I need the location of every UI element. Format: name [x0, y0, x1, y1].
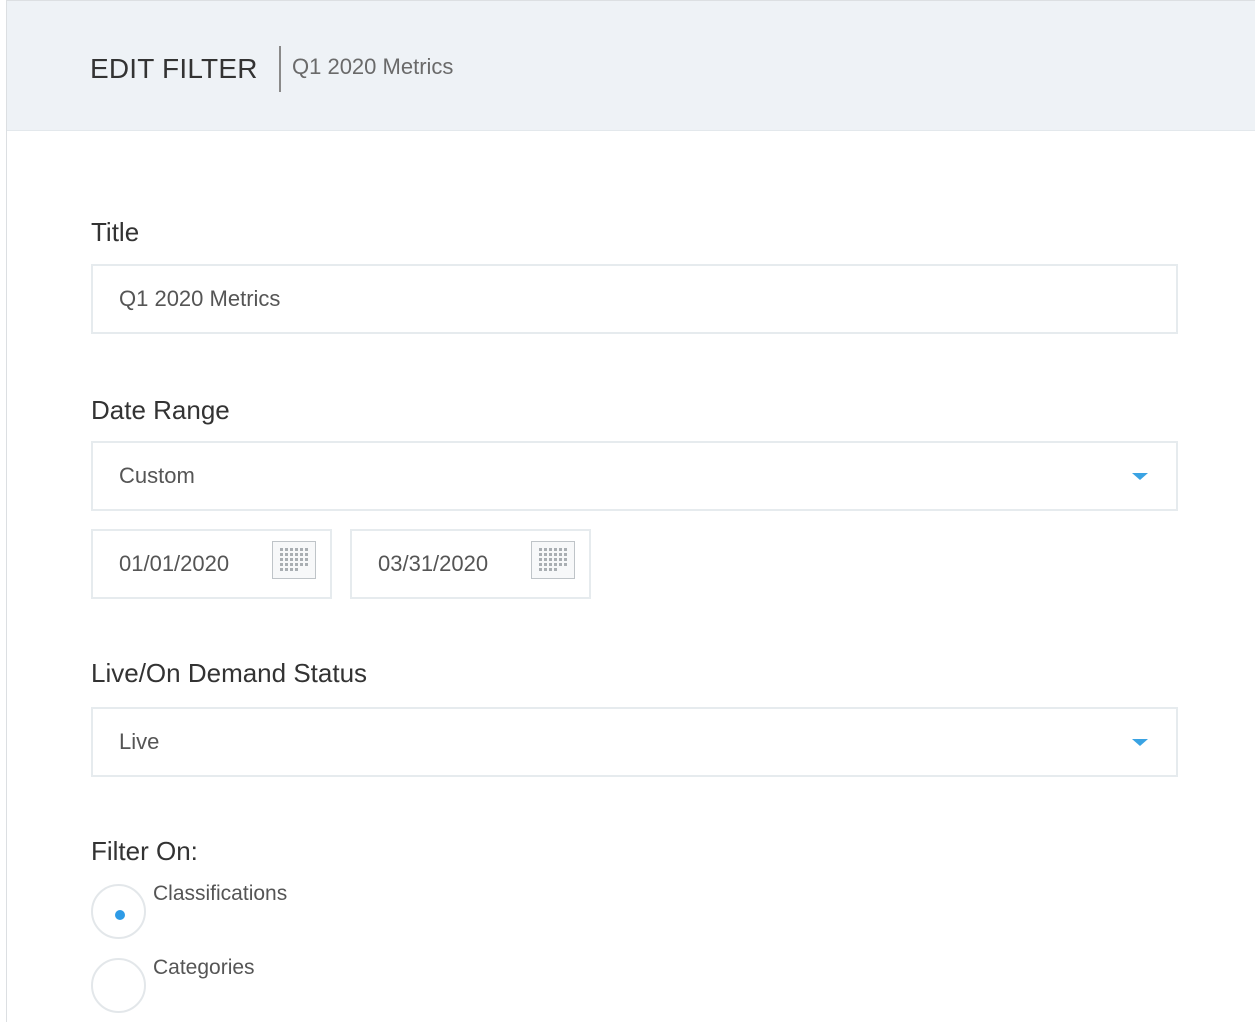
calendar-icon[interactable]	[272, 541, 316, 579]
title-input-value: Q1 2020 Metrics	[119, 286, 281, 311]
radio-button[interactable]	[91, 884, 146, 939]
status-value: Live	[119, 729, 160, 754]
start-date-value: 01/01/2020	[119, 551, 230, 576]
radio-selected-dot	[115, 910, 125, 920]
title-label: Title	[91, 217, 140, 247]
title-input[interactable]: Q1 2020 Metrics	[91, 264, 1178, 334]
date-range-select[interactable]: Custom	[91, 441, 1178, 511]
status-label: Live/On Demand Status	[91, 658, 368, 688]
radio-label-classifications[interactable]: Classifications	[153, 882, 287, 906]
end-date-input[interactable]: 03/31/2020	[350, 529, 591, 599]
calendar-icon[interactable]	[531, 541, 575, 579]
radio-label-categories[interactable]: Categories	[153, 956, 255, 980]
caret-down-icon	[1132, 739, 1148, 746]
start-date-input[interactable]: 01/01/2020	[91, 529, 332, 599]
caret-down-icon	[1132, 473, 1148, 480]
end-date-value: 03/31/2020	[378, 551, 489, 576]
status-select[interactable]: Live	[91, 707, 1178, 777]
header-divider	[279, 46, 281, 92]
edit-filter-panel: EDIT FILTER Q1 2020 Metrics Title Q1 202…	[6, 0, 1255, 1022]
page-title: EDIT FILTER	[90, 53, 258, 84]
date-range-value: Custom	[119, 463, 195, 488]
filter-on-label: Filter On:	[91, 836, 198, 866]
radio-button[interactable]	[91, 958, 146, 1013]
panel-header: EDIT FILTER Q1 2020 Metrics	[7, 1, 1255, 131]
filter-name-breadcrumb: Q1 2020 Metrics	[292, 54, 454, 79]
date-range-label: Date Range	[91, 395, 230, 425]
